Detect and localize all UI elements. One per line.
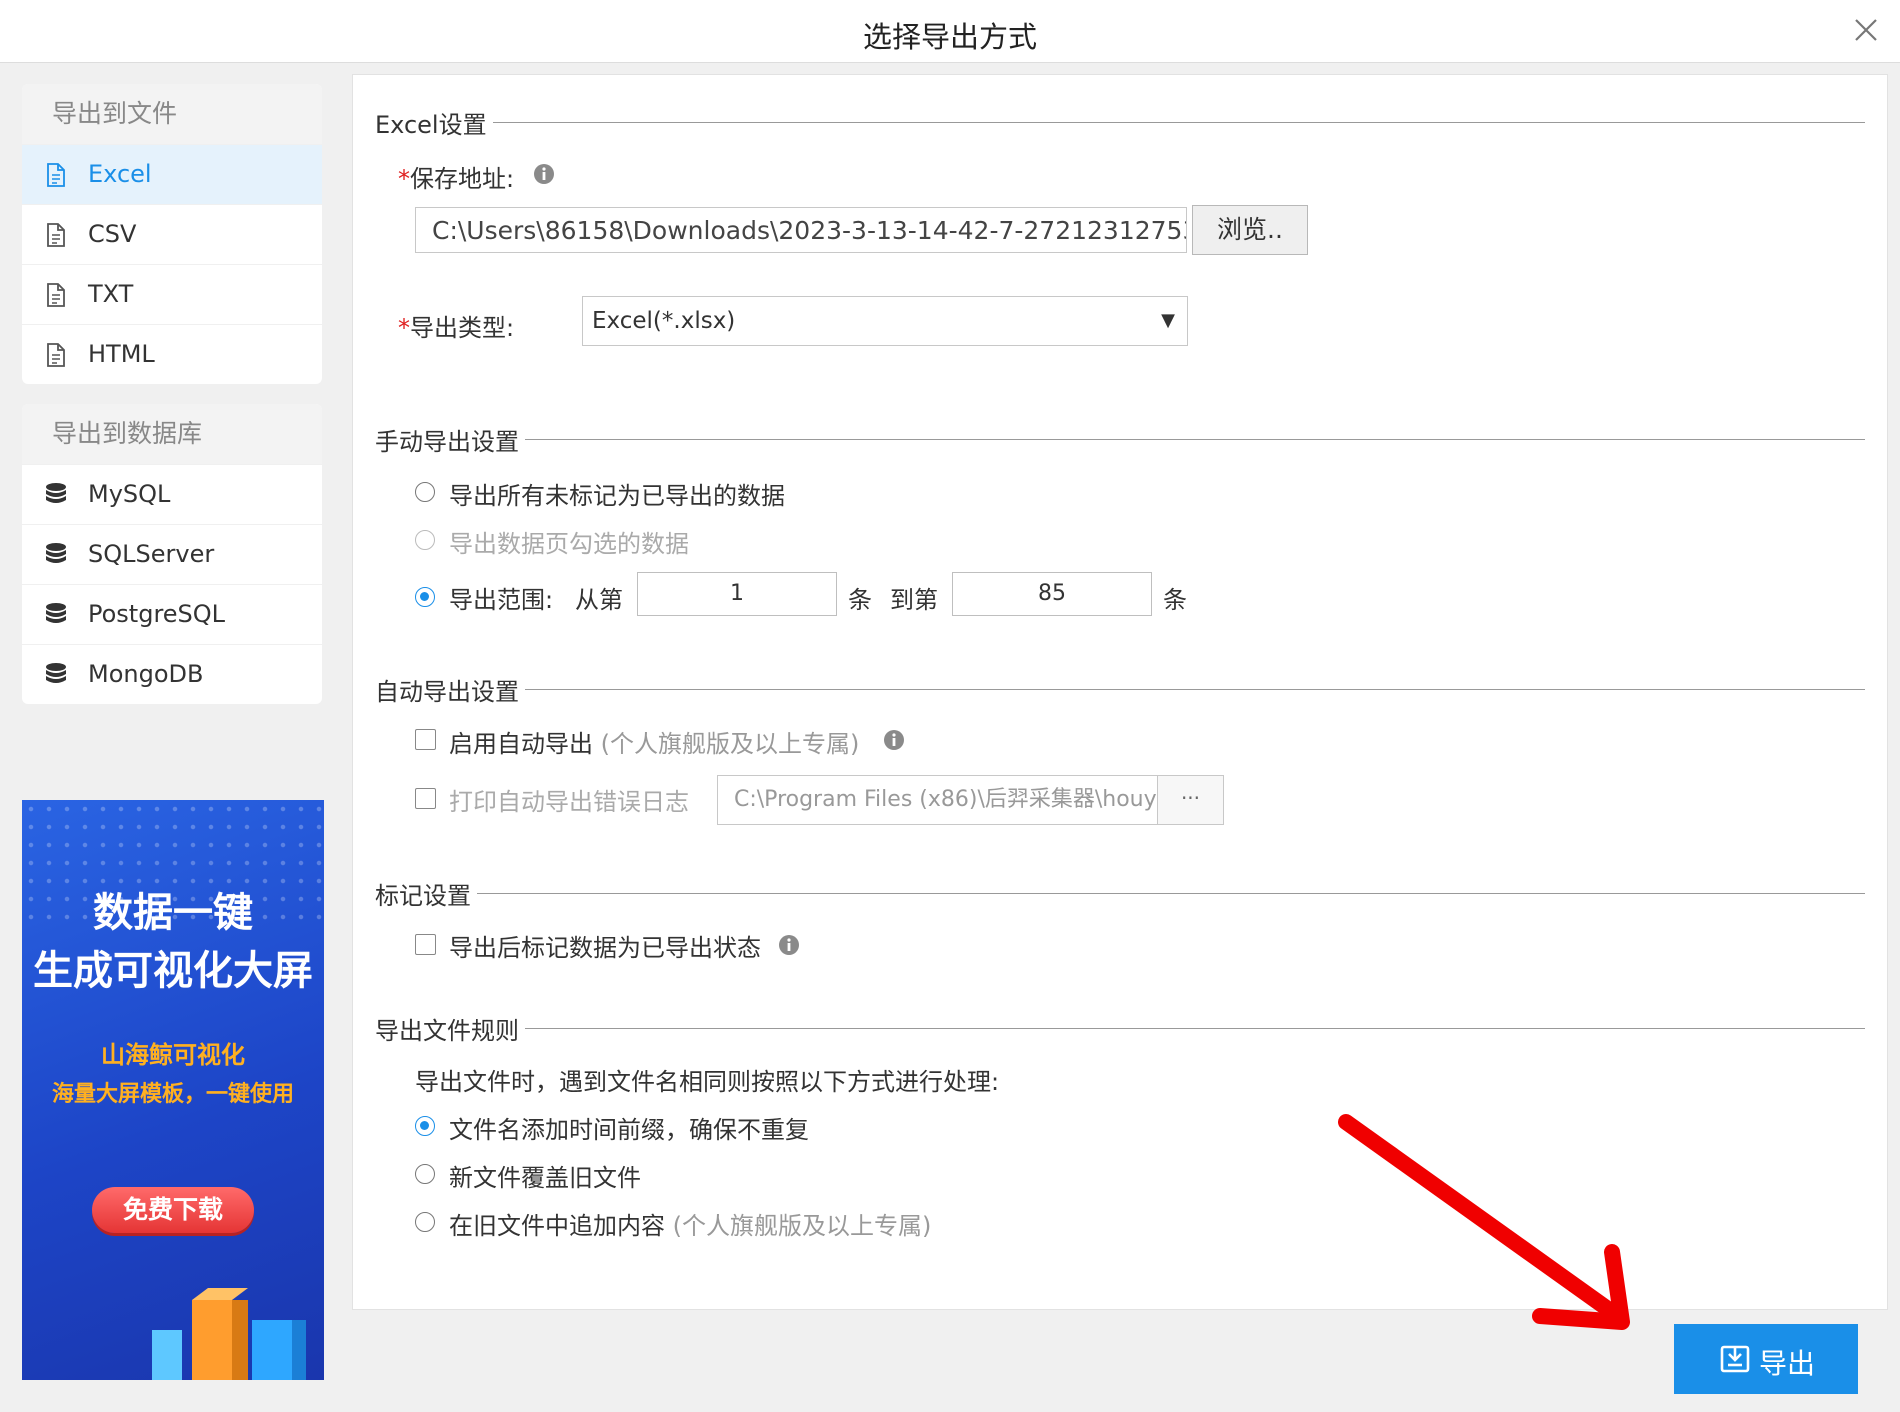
required-mark: * <box>398 314 410 342</box>
option-checked-page-label: 导出数据页勾选的数据 <box>449 530 689 558</box>
ad-title-line2: 生成可视化大屏 <box>33 948 313 994</box>
title-bar: 选择导出方式 <box>0 0 1900 63</box>
error-log-label: 打印自动导出错误日志 <box>449 788 689 816</box>
sidebar-item-txt[interactable]: TXT <box>22 264 322 324</box>
sidebar-item-label: MongoDB <box>88 660 204 688</box>
ad-download-button[interactable]: 免费下载 <box>92 1187 254 1233</box>
range-unit-label: 条 <box>1163 586 1187 614</box>
bar-chart-illustration-icon <box>152 1288 306 1380</box>
sidebar-item-label: Excel <box>88 160 152 188</box>
save-path-input[interactable]: C:\Users\86158\Downloads\2023-3-13-14-42… <box>415 207 1187 253</box>
section-title-file-rules: 导出文件规则 <box>375 1011 525 1046</box>
option-all-unexported-label: 导出所有未标记为已导出的数据 <box>449 482 785 510</box>
settings-panel: Excel设置 *保存地址: C:\Users\86158\Downloads\… <box>352 74 1888 1310</box>
dialog-title: 选择导出方式 <box>862 20 1037 54</box>
enable-auto-export-checkbox[interactable] <box>415 729 436 750</box>
export-type-label-text: 导出类型: <box>410 314 515 342</box>
sidebar-item-label: PostgreSQL <box>88 600 226 628</box>
sidebar-file-group: 导出到文件 Excel CSV TXT HTML <box>22 84 322 384</box>
sidebar-item-label: HTML <box>88 340 155 368</box>
document-icon <box>47 283 65 307</box>
section-divider <box>379 689 1865 690</box>
enable-auto-export-label: 启用自动导出 (个人旗舰版及以上专属) <box>449 724 859 759</box>
range-to-input[interactable]: 85 <box>952 572 1152 616</box>
radio-append[interactable] <box>415 1212 435 1232</box>
option-append-text: 在旧文件中追加内容 <box>449 1212 665 1240</box>
required-mark: * <box>398 165 410 193</box>
ad-title-line1: 数据一键 <box>93 890 253 936</box>
sidebar-item-csv[interactable]: CSV <box>22 204 322 264</box>
sidebar-item-postgresql[interactable]: PostgreSQL <box>22 584 322 644</box>
section-title-auto: 自动导出设置 <box>375 672 525 707</box>
premium-note: (个人旗舰版及以上专属) <box>672 1212 932 1240</box>
export-type-select[interactable]: Excel(*.xlsx) ▼ <box>582 296 1188 346</box>
enable-auto-export-text: 启用自动导出 <box>449 730 593 758</box>
info-icon[interactable] <box>533 163 555 185</box>
ad-subtitle2: 海量大屏模板，一键使用 <box>51 1082 294 1107</box>
log-path-browse-button[interactable]: ··· <box>1157 775 1224 825</box>
section-divider <box>379 122 1865 123</box>
section-title-manual: 手动导出设置 <box>375 422 525 457</box>
sidebar-item-label: SQLServer <box>88 540 215 568</box>
export-type-label: *导出类型: <box>398 308 514 343</box>
export-button[interactable]: 导出 <box>1674 1324 1858 1394</box>
database-icon <box>46 603 66 623</box>
database-icon <box>46 543 66 563</box>
sidebar-heading-db: 导出到数据库 <box>22 404 322 464</box>
section-divider <box>379 1028 1865 1029</box>
mark-exported-label: 导出后标记数据为已导出状态 <box>449 934 761 962</box>
premium-note: (个人旗舰版及以上专属) <box>600 730 860 758</box>
radio-all-unexported[interactable] <box>415 482 435 502</box>
error-log-checkbox[interactable] <box>415 788 436 809</box>
document-icon <box>47 343 65 367</box>
sidebar-heading-file: 导出到文件 <box>22 84 322 144</box>
dropdown-arrow-icon: ▼ <box>1161 310 1175 331</box>
section-divider <box>379 893 1865 894</box>
close-icon[interactable] <box>1848 12 1884 48</box>
info-icon[interactable] <box>778 934 800 956</box>
file-rules-description: 导出文件时，遇到文件名相同则按照以下方式进行处理: <box>415 1068 1000 1096</box>
section-divider <box>379 439 1865 440</box>
document-icon <box>47 223 65 247</box>
ad-subtitle1: 山海鲸可视化 <box>101 1041 245 1069</box>
radio-checked-page[interactable] <box>415 530 435 550</box>
range-from-input[interactable]: 1 <box>637 572 837 616</box>
sidebar-item-sqlserver[interactable]: SQLServer <box>22 524 322 584</box>
sidebar-item-mysql[interactable]: MySQL <box>22 464 322 524</box>
option-overwrite-label: 新文件覆盖旧文件 <box>449 1164 641 1192</box>
sidebar-item-mongodb[interactable]: MongoDB <box>22 644 322 704</box>
radio-range[interactable] <box>415 587 435 607</box>
error-log-path-input[interactable]: C:\Program Files (x86)\后羿采集器\houyi <box>717 775 1158 825</box>
section-title-mark: 标记设置 <box>375 876 477 911</box>
save-path-label: *保存地址: <box>398 159 514 194</box>
radio-overwrite[interactable] <box>415 1164 435 1184</box>
save-path-label-text: 保存地址: <box>410 165 515 193</box>
option-timestamp-label: 文件名添加时间前缀，确保不重复 <box>449 1116 809 1144</box>
sidebar-item-label: MySQL <box>88 480 171 508</box>
radio-timestamp-prefix[interactable] <box>415 1116 435 1136</box>
export-download-icon <box>1720 1345 1750 1373</box>
range-unit-label: 条 <box>848 586 872 614</box>
sidebar-item-excel[interactable]: Excel <box>22 144 322 204</box>
mark-exported-checkbox[interactable] <box>415 934 436 955</box>
ad-banner[interactable]: 数据一键 生成可视化大屏 山海鲸可视化 海量大屏模板，一键使用 免费下载 <box>22 800 324 1380</box>
export-type-value: Excel(*.xlsx) <box>592 308 736 334</box>
database-icon <box>46 483 66 503</box>
section-title-excel: Excel设置 <box>375 105 493 140</box>
option-range-label: 导出范围: <box>449 586 554 614</box>
browse-button[interactable]: 浏览.. <box>1192 205 1308 255</box>
option-append-label: 在旧文件中追加内容 (个人旗舰版及以上专属) <box>449 1206 931 1241</box>
export-dialog: 选择导出方式 导出到文件 Excel CSV TXT HTML 导出到数据库 M… <box>0 0 1900 1412</box>
database-icon <box>46 663 66 683</box>
info-icon[interactable] <box>883 729 905 751</box>
document-icon <box>47 163 65 187</box>
range-from-label: 从第 <box>575 586 623 614</box>
sidebar-item-html[interactable]: HTML <box>22 324 322 384</box>
sidebar-db-group: 导出到数据库 MySQL SQLServer PostgreSQL MongoD… <box>22 404 322 704</box>
range-to-label: 到第 <box>890 586 938 614</box>
sidebar-item-label: TXT <box>88 280 134 308</box>
export-button-label: 导出 <box>1759 1347 1816 1380</box>
sidebar-item-label: CSV <box>88 220 137 248</box>
